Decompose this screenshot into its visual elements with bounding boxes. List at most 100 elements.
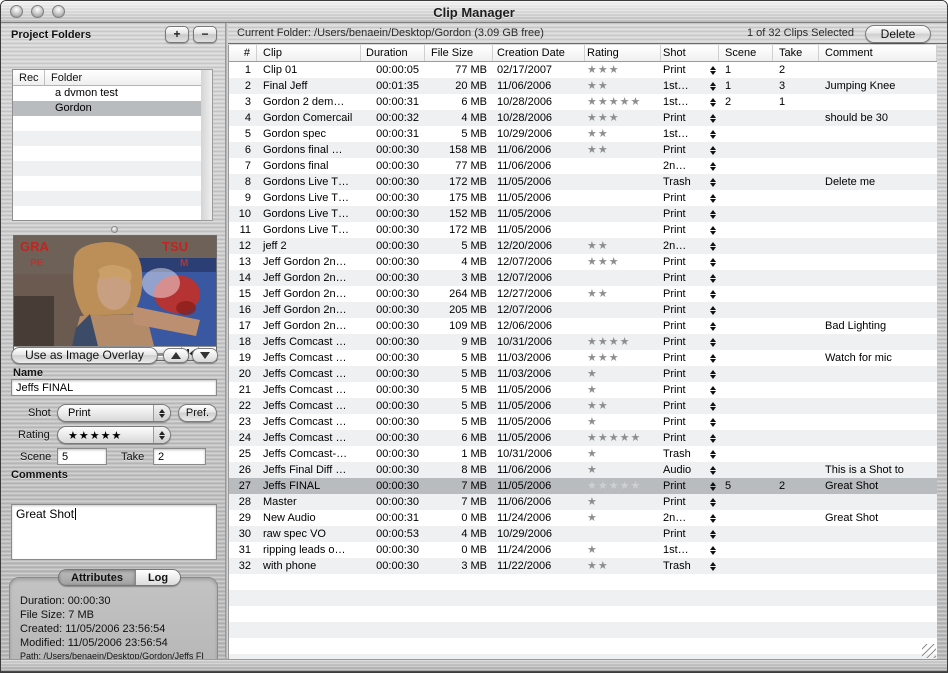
shot-stepper-icon[interactable] (710, 353, 716, 363)
column-header-num[interactable]: # (229, 45, 257, 61)
table-row[interactable]: 22 Jeffs Comcast … 00:00:30 5 MB 11/05/2006 ★… (229, 398, 937, 414)
table-row[interactable]: 3 Gordon 2 dem… 00:00:31 6 MB 10/28/2006 ★★★★… (229, 94, 937, 110)
shot-stepper-icon[interactable] (710, 241, 716, 251)
shot-stepper-icon[interactable] (710, 177, 716, 187)
shot-stepper-icon[interactable] (710, 561, 716, 571)
splitter-handle[interactable] (111, 226, 118, 233)
table-row[interactable]: 11 Gordons Live T… 00:00:30 172 MB 11/05/200… (229, 222, 937, 238)
column-header-size[interactable]: File Size (425, 45, 493, 61)
table-row[interactable]: 12 jeff 2 00:00:30 5 MB 12/20/2006 ★★ 2n… (229, 238, 937, 254)
shot-stepper-icon[interactable] (710, 401, 716, 411)
remove-folder-button[interactable]: − (193, 26, 217, 43)
cell-comment (819, 158, 937, 174)
shot-stepper-icon[interactable] (710, 513, 716, 523)
add-folder-button[interactable]: + (165, 26, 189, 43)
shot-stepper-icon[interactable] (710, 481, 716, 491)
table-row[interactable]: 30 raw spec VO 00:00:53 4 MB 10/29/2006 Print (229, 526, 937, 542)
table-row[interactable]: 8 Gordons Live T… 00:00:30 172 MB 11/05/2006… (229, 174, 937, 190)
table-row[interactable]: 4 Gordon Comercail 00:00:32 4 MB 10/28/2006 ★… (229, 110, 937, 126)
column-header-take[interactable]: Take (773, 45, 819, 61)
shot-stepper-icon[interactable] (710, 257, 716, 267)
shot-stepper-icon[interactable] (710, 225, 716, 235)
delete-button[interactable]: Delete (865, 25, 931, 43)
shot-stepper-icon[interactable] (710, 209, 716, 219)
shot-stepper-icon[interactable] (710, 545, 716, 555)
table-row[interactable]: 17 Jeff Gordon 2n… 00:00:30 109 MB 12/06/200… (229, 318, 937, 334)
column-header-rating[interactable]: Rating (585, 45, 661, 61)
shot-stepper-icon[interactable] (710, 145, 716, 155)
shot-stepper-icon[interactable] (710, 305, 716, 315)
shot-stepper-icon[interactable] (710, 97, 716, 107)
rec-column-header[interactable]: Rec (13, 70, 45, 85)
shot-stepper-icon[interactable] (710, 465, 716, 475)
cell-scene (719, 270, 773, 286)
shot-stepper-icon[interactable] (710, 449, 716, 459)
table-row[interactable]: 23 Jeffs Comcast … 00:00:30 5 MB 11/05/2006 ★… (229, 414, 937, 430)
table-row[interactable]: 32 with phone 00:00:30 3 MB 11/22/2006 ★★ Tras… (229, 558, 937, 574)
pref-button[interactable]: Pref. (178, 404, 217, 422)
name-input[interactable] (11, 379, 217, 396)
folder-row[interactable]: a dvmon test (13, 86, 205, 101)
shot-stepper-icon[interactable] (710, 113, 716, 123)
table-row[interactable]: 19 Jeffs Comcast … 00:00:30 5 MB 11/03/2006 ★… (229, 350, 937, 366)
cell-rating: ★★★ (585, 254, 661, 270)
table-row[interactable]: 6 Gordons final … 00:00:30 158 MB 11/06/2006… (229, 142, 937, 158)
shot-stepper-icon[interactable] (710, 529, 716, 539)
column-header-comment[interactable]: Comment (819, 45, 937, 61)
shot-popup[interactable]: Print (57, 404, 171, 422)
table-row[interactable]: 29 New Audio 00:00:31 0 MB 11/24/2006 ★ 2n… Gre… (229, 510, 937, 526)
column-header-duration[interactable]: Duration (361, 45, 425, 61)
table-row[interactable]: 16 Jeff Gordon 2n… 00:00:30 205 MB 12/07/200… (229, 302, 937, 318)
table-row[interactable]: 25 Jeffs Comcast-… 00:00:30 1 MB 10/31/2006 ★… (229, 446, 937, 462)
shot-stepper-icon[interactable] (710, 385, 716, 395)
column-header-clip[interactable]: Clip (257, 45, 361, 61)
table-row[interactable]: 14 Jeff Gordon 2n… 00:00:30 3 MB 12/07/2006 P… (229, 270, 937, 286)
table-row[interactable]: 24 Jeffs Comcast … 00:00:30 6 MB 11/05/2006 ★… (229, 430, 937, 446)
shot-stepper-icon[interactable] (710, 337, 716, 347)
folder-list-scrollbar[interactable] (201, 69, 213, 221)
tab-log[interactable]: Log (134, 570, 181, 585)
table-row[interactable]: 26 Jeffs Final Diff … 00:00:30 8 MB 11/06/20… (229, 462, 937, 478)
shot-stepper-icon[interactable] (710, 289, 716, 299)
shot-stepper-icon[interactable] (710, 321, 716, 331)
table-row[interactable]: 18 Jeffs Comcast … 00:00:30 9 MB 10/31/2006 ★… (229, 334, 937, 350)
table-row[interactable]: 9 Gordons Live T… 00:00:30 175 MB 11/05/2006… (229, 190, 937, 206)
shot-stepper-icon[interactable] (710, 65, 716, 75)
shot-stepper-icon[interactable] (710, 129, 716, 139)
shot-stepper-icon[interactable] (710, 369, 716, 379)
table-row[interactable]: 10 Gordons Live T… 00:00:30 152 MB 11/05/200… (229, 206, 937, 222)
table-row[interactable]: 13 Jeff Gordon 2n… 00:00:30 4 MB 12/07/2006 ★… (229, 254, 937, 270)
table-row[interactable]: 27 Jeffs FINAL 00:00:30 7 MB 11/05/2006 ★★★★★… (229, 478, 937, 494)
scene-input[interactable] (57, 448, 107, 465)
shot-stepper-icon[interactable] (710, 433, 716, 443)
use-as-image-overlay-button[interactable]: Use as Image Overlay (11, 347, 158, 364)
table-row[interactable]: 7 Gordons final 00:00:30 77 MB 11/06/2006 2n… (229, 158, 937, 174)
comments-textarea[interactable]: Great Shot (11, 504, 217, 560)
folder-column-header[interactable]: Folder (45, 70, 82, 85)
table-row[interactable]: 15 Jeff Gordon 2n… 00:00:30 264 MB 12/27/200… (229, 286, 937, 302)
cell-clip: Jeffs Comcast … (263, 352, 347, 364)
column-header-shot[interactable]: Shot (661, 45, 719, 61)
shot-stepper-icon[interactable] (710, 193, 716, 203)
shot-stepper-icon[interactable] (710, 497, 716, 507)
previous-clip-button[interactable] (163, 348, 189, 363)
rating-popup[interactable]: ★★★★★ (57, 426, 171, 444)
table-row[interactable]: 31 ripping leads o… 00:00:30 0 MB 11/24/2006… (229, 542, 937, 558)
table-row[interactable]: 28 Master 00:00:30 7 MB 11/06/2006 ★ Print (229, 494, 937, 510)
table-row[interactable]: 20 Jeffs Comcast … 00:00:30 5 MB 11/03/2006 ★… (229, 366, 937, 382)
shot-stepper-icon[interactable] (710, 161, 716, 171)
column-header-scene[interactable]: Scene (719, 45, 773, 61)
table-row[interactable]: 2 Final Jeff 00:01:35 20 MB 11/06/2006 ★★ 1st…… (229, 78, 937, 94)
table-row[interactable]: 5 Gordon spec 00:00:31 5 MB 10/29/2006 ★★ 1st… (229, 126, 937, 142)
folder-row[interactable]: Gordon (13, 101, 205, 116)
shot-stepper-icon[interactable] (710, 81, 716, 91)
tab-attributes[interactable]: Attributes (59, 570, 135, 585)
table-row[interactable]: 21 Jeffs Comcast … 00:00:30 5 MB 11/05/2006 ★… (229, 382, 937, 398)
shot-stepper-icon[interactable] (710, 273, 716, 283)
take-input[interactable] (153, 448, 206, 465)
next-clip-button[interactable] (192, 348, 218, 363)
table-row[interactable]: 1 Clip 01 00:00:05 77 MB 02/17/2007 ★★★ Print 1… (229, 62, 937, 78)
column-header-date[interactable]: Creation Date (493, 45, 585, 61)
resize-grip-icon[interactable] (922, 644, 936, 658)
shot-stepper-icon[interactable] (710, 417, 716, 427)
